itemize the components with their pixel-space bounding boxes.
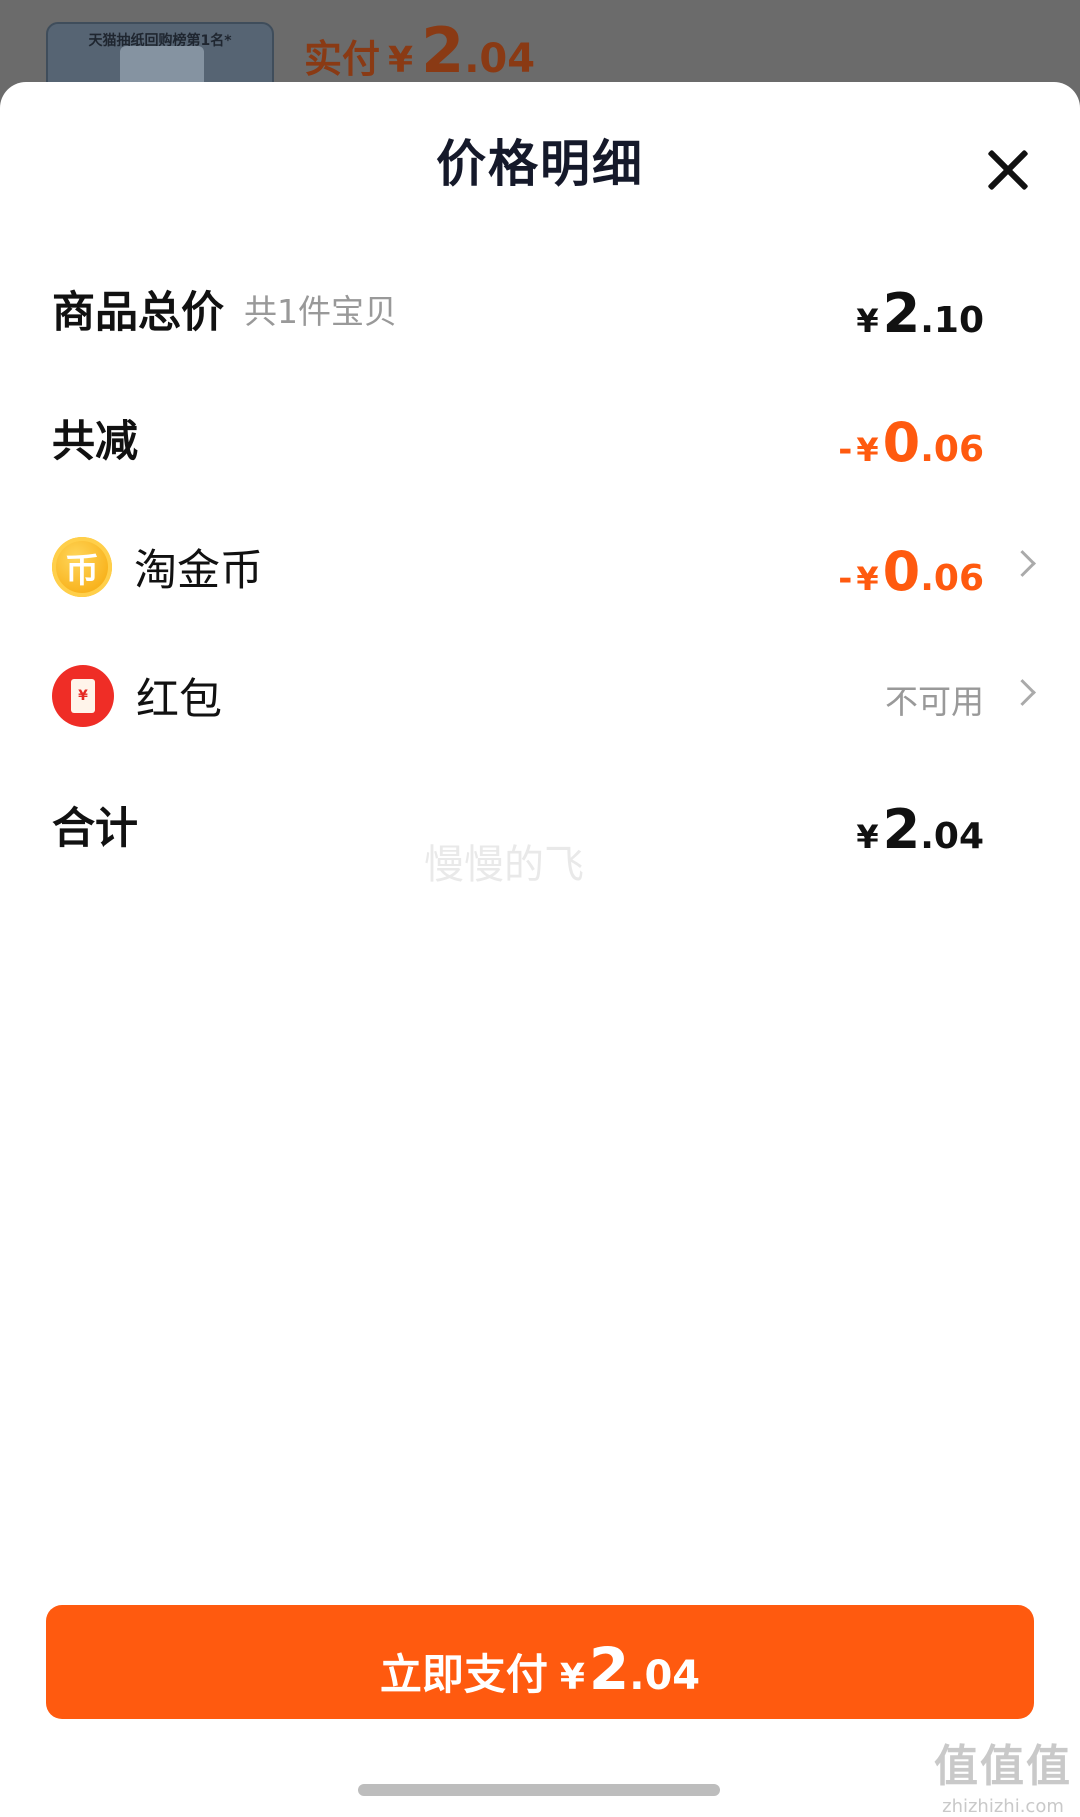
subtotal-label: 商品总价 bbox=[52, 288, 224, 338]
user-watermark: 慢慢的飞 bbox=[424, 842, 584, 888]
total-label: 合计 bbox=[52, 804, 138, 854]
red-packet-status: 不可用 bbox=[885, 682, 984, 721]
subtotal-dec: .10 bbox=[920, 300, 984, 341]
red-packet-label: 红包 bbox=[136, 675, 222, 725]
total-int: 2 bbox=[882, 798, 921, 861]
paid-currency: ¥ bbox=[388, 40, 414, 81]
total-price: ¥ 2 .04 bbox=[856, 798, 984, 861]
site-watermark-logo: 值值值 bbox=[934, 1741, 1072, 1792]
chevron-right-icon bbox=[1009, 679, 1036, 706]
chevron-right-icon bbox=[1009, 550, 1036, 577]
taojinbi-row[interactable]: 币 淘金币 - ¥ 0 .06 bbox=[0, 522, 1080, 612]
discount-row: 共减 - ¥ 0 .06 bbox=[0, 393, 1080, 483]
pay-now-button[interactable]: 立即支付 ¥ 2 .04 bbox=[46, 1605, 1034, 1719]
paid-amount-dec: .04 bbox=[464, 36, 536, 82]
paid-label: 实付 bbox=[304, 37, 381, 81]
sheet-title: 价格明细 bbox=[436, 135, 644, 193]
pay-now-label: 立即支付 bbox=[379, 1650, 548, 1699]
taojinbi-minus: - bbox=[838, 559, 853, 599]
pay-now-int: 2 bbox=[588, 1635, 630, 1703]
site-watermark: 值值值 zhizhizhi.com bbox=[934, 1730, 1072, 1817]
red-packet-icon: ¥ bbox=[52, 665, 114, 727]
coin-glyph: 币 bbox=[65, 550, 99, 591]
subtotal-int: 2 bbox=[882, 282, 921, 345]
home-indicator[interactable] bbox=[358, 1784, 720, 1796]
pay-now-dec: .04 bbox=[629, 1653, 701, 1699]
taojinbi-int: 0 bbox=[882, 540, 921, 603]
red-packet-envelope: ¥ bbox=[71, 679, 95, 713]
subtotal-currency: ¥ bbox=[856, 302, 879, 340]
item-count-label: 共1件宝贝 bbox=[244, 292, 397, 331]
taojinbi-coin-icon: 币 bbox=[52, 537, 112, 597]
pay-now-currency: ¥ bbox=[559, 1657, 585, 1698]
discount-label: 共减 bbox=[52, 417, 138, 467]
taojinbi-currency: ¥ bbox=[856, 560, 879, 598]
subtotal-row: 商品总价 共1件宝贝 ¥ 2 .10 bbox=[0, 264, 1080, 354]
paid-amount-int: 2 bbox=[421, 14, 465, 87]
taojinbi-dec: .06 bbox=[920, 558, 984, 599]
discount-int: 0 bbox=[882, 411, 921, 474]
taojinbi-label: 淘金币 bbox=[134, 546, 263, 596]
discount-price: - ¥ 0 .06 bbox=[838, 411, 984, 474]
discount-currency: ¥ bbox=[856, 431, 879, 469]
total-currency: ¥ bbox=[856, 818, 879, 856]
red-packet-row[interactable]: ¥ 红包 不可用 bbox=[0, 651, 1080, 741]
total-dec: .04 bbox=[920, 816, 984, 857]
taojinbi-price: - ¥ 0 .06 bbox=[838, 540, 984, 603]
discount-dec: .06 bbox=[920, 429, 984, 470]
subtotal-price: ¥ 2 .10 bbox=[856, 282, 984, 345]
close-icon[interactable] bbox=[980, 142, 1036, 198]
discount-minus: - bbox=[838, 430, 853, 470]
price-detail-sheet: 价格明细 商品总价 共1件宝贝 ¥ 2 .10 共减 - ¥ 0 .06 币 淘… bbox=[0, 82, 1080, 1814]
